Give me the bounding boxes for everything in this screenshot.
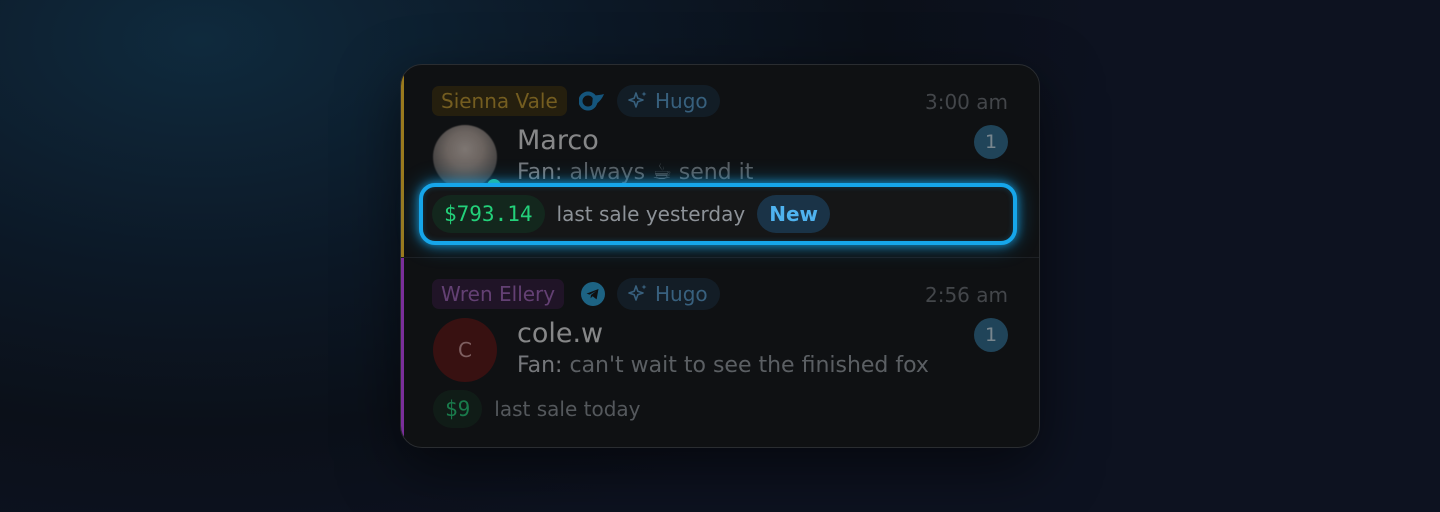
unread-badge: 1 [974,125,1008,159]
creator-color-bar [401,65,404,257]
preview-prefix: Fan: [517,160,563,185]
sparkle-icon [628,284,647,301]
conversation-list: Sienna Vale Hugo 3:00 am Marco Fan: alwa… [400,64,1040,448]
new-badge: New [757,195,830,233]
assistant-name: Hugo [655,282,708,306]
sale-text: last sale today [494,397,641,421]
sale-amount: $9 [433,390,483,428]
telegram-icon [581,282,605,306]
message-time: 2:56 am [924,283,1008,307]
last-sale-row: $9 last sale today [433,390,641,428]
onlyfans-icon [579,91,604,111]
conversation-row[interactable]: Wren Ellery Hugo 2:56 am C cole.w Fan: c… [401,257,1039,447]
avatar: C [433,318,497,382]
sale-text: last sale yesterday [556,202,746,226]
preview-text: can't wait to see the finished fox [569,353,929,378]
last-sale-row: $793.14 last sale yesterday New [432,195,830,233]
creator-color-bar [401,258,404,447]
assistant-name: Hugo [655,89,708,113]
highlighted-sale-row[interactable]: $793.14 last sale yesterday New [419,183,1017,245]
message-preview: Fan: can't wait to see the finished fox [517,350,929,382]
fan-name: Marco [517,125,599,156]
sparkle-icon [628,91,647,108]
assistant-chip: Hugo [617,278,720,310]
fan-name: cole.w [517,318,604,349]
creator-tag: Wren Ellery [432,279,565,309]
creator-tag: Sienna Vale [432,86,567,116]
preview-prefix: Fan: [517,353,563,378]
message-time: 3:00 am [924,90,1008,114]
sale-amount: $793.14 [432,195,545,233]
preview-text: always ☕ send it [569,160,754,185]
unread-badge: 1 [974,318,1008,352]
assistant-chip: Hugo [617,85,720,117]
